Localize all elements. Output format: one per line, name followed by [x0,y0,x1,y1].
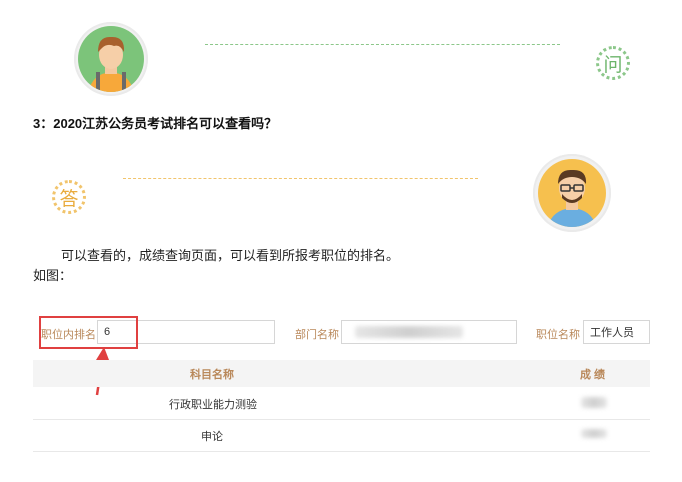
subject-cell: 行政职业能力测验 [169,399,257,411]
subject-cell: 申论 [201,431,223,443]
dept-redacted [355,326,463,338]
question-icon: 问 [596,46,630,80]
table-row: 申论 [33,419,650,452]
position-field: 工作人员 [583,320,650,344]
rank-highlight-box [39,316,138,349]
col-subject-header: 科目名称 [190,369,234,381]
score-table-header: 科目名称 成 绩 [33,360,650,387]
answerer-avatar [533,154,611,232]
answer-icon: 答 [52,180,86,214]
answer-divider [123,178,478,179]
position-label: 职位名称 [536,329,580,341]
table-row: 行政职业能力测验 [33,387,650,420]
question-divider [205,44,560,45]
score-redacted [581,429,607,438]
asker-avatar [74,22,148,96]
col-score-header: 成 绩 [580,369,606,381]
question-text: 3：2020江苏公务员考试排名可以查看吗？ [33,116,278,131]
answer-line-1: 可以查看的，成绩查询页面，可以看到所报考职位的排名。 [61,248,400,263]
score-redacted [581,397,607,408]
answer-text: 可以查看的，成绩查询页面，可以看到所报考职位的排名。 如图： [33,246,399,286]
position-value: 工作人员 [590,327,634,339]
score-page-screenshot: 职位内排名 6 部门名称 职位名称 工作人员 科目名称 成 绩 行政职业能力测验… [33,313,650,453]
dept-label: 部门名称 [295,329,339,341]
answer-line-2: 如图： [33,268,73,283]
